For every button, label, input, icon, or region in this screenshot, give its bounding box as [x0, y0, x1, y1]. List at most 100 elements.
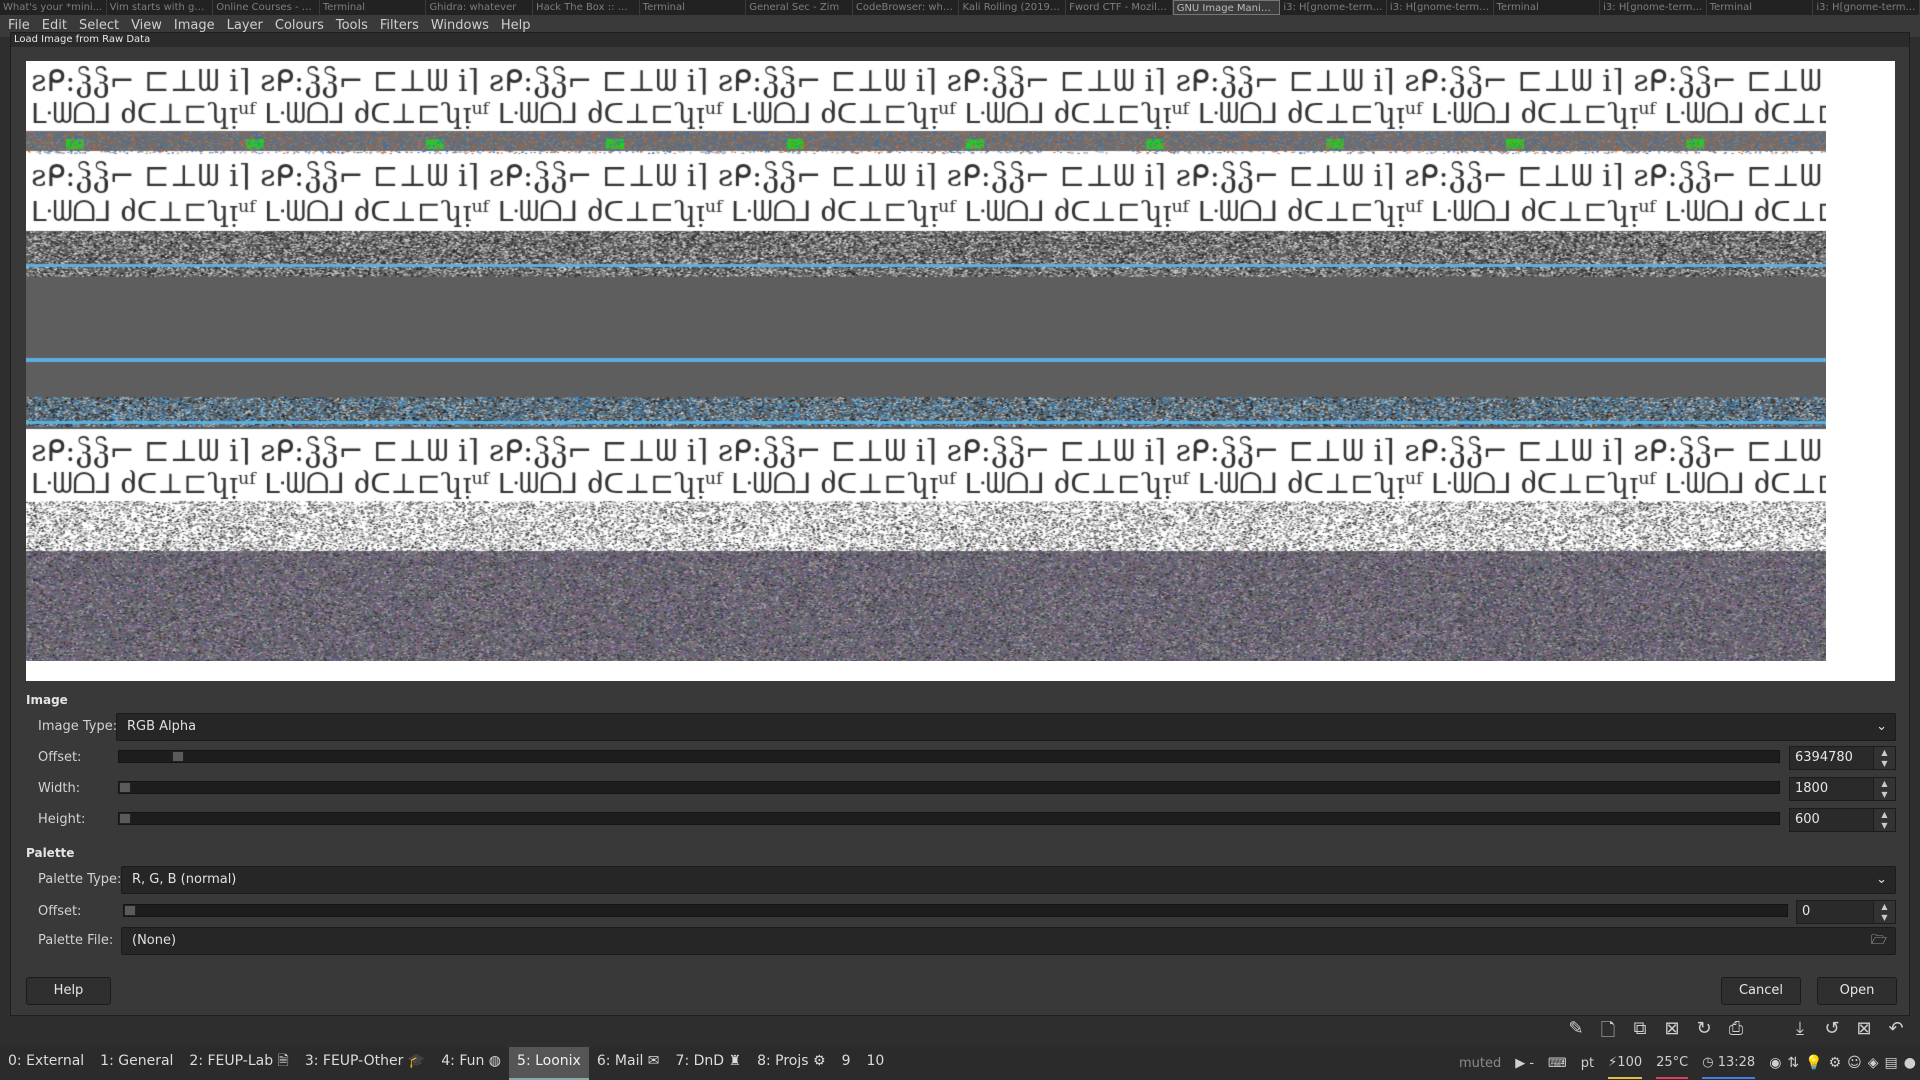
bulb-icon[interactable]: 💡 — [1805, 1049, 1822, 1078]
window-tab[interactable]: i3: H[gnome-termi... — [1280, 0, 1387, 15]
user-icon[interactable]: ● — [1904, 1049, 1916, 1078]
help-button[interactable]: Help — [26, 977, 111, 1005]
window-tab[interactable]: General Sec - Zim — [746, 0, 853, 15]
workspace-label: 4: Fun — [441, 1053, 484, 1069]
cancel-button[interactable]: Cancel — [1721, 977, 1801, 1005]
window-tab[interactable]: CodeBrowser: wha... — [853, 0, 960, 15]
workspace-button[interactable]: 5: Loonix — [509, 1047, 589, 1080]
spin-arrows-icon[interactable]: ▲ ▼ — [1873, 809, 1895, 831]
image-type-value: RGB Alpha — [127, 719, 196, 734]
image-section-heading: Image — [26, 693, 68, 707]
palette-offset-slider[interactable] — [123, 904, 1788, 917]
window-tab[interactable]: Ghidra: whatever — [426, 0, 533, 15]
workspace-icon: ⚙ — [809, 1053, 826, 1069]
window-tab[interactable]: Online Courses - A... — [213, 0, 320, 15]
window-tab[interactable]: GNU Image Manip... — [1173, 0, 1281, 15]
workspace-button[interactable]: 3: FEUP-Other 🎓 — [297, 1047, 433, 1080]
window-tab[interactable]: Terminal — [1494, 0, 1601, 15]
height-slider-handle[interactable] — [119, 813, 131, 824]
window-tab[interactable]: Terminal — [640, 0, 747, 15]
window-tab[interactable]: Terminal — [1707, 0, 1814, 15]
workspace-icon: 🗎 — [273, 1053, 289, 1069]
palette-file-chooser[interactable]: (None) 🗁 — [121, 927, 1896, 955]
palette-file-value: (None) — [132, 933, 176, 948]
image-type-label: Image Type: — [38, 719, 117, 734]
window-tab[interactable]: i3: H[gnome-termi... — [1600, 0, 1707, 15]
workspace-label: 8: Projs — [757, 1053, 808, 1069]
workspace-button[interactable]: 2: FEUP-Lab 🗎 — [181, 1047, 296, 1080]
edit-icon[interactable]: ✎ — [1564, 1018, 1588, 1048]
palette-offset-spinbox[interactable]: 0 ▲ ▼ — [1796, 900, 1896, 924]
workspace-button[interactable]: 6: Mail ✉ — [589, 1047, 668, 1080]
window-tab[interactable]: Terminal — [320, 0, 427, 15]
window-tab[interactable]: Vim starts with gar... — [107, 0, 214, 15]
spin-arrows-icon[interactable]: ▲ ▼ — [1873, 747, 1895, 769]
height-label: Height: — [38, 812, 85, 827]
duplicate-icon[interactable]: ⧉ — [1628, 1018, 1652, 1048]
spacer — [1756, 1018, 1780, 1048]
workspace-button[interactable]: 10 — [858, 1047, 892, 1080]
offset-slider-handle[interactable] — [172, 751, 184, 762]
workspace-button[interactable]: 9 — [834, 1047, 859, 1080]
window-tab[interactable]: i3: H[gnome-termi... — [1813, 0, 1920, 15]
settings-icon[interactable]: ⚙ — [1829, 1049, 1842, 1078]
media-status: ▶ - — [1515, 1049, 1534, 1078]
window-tab[interactable]: Kali Rolling (2019.... — [959, 0, 1066, 15]
status-right: muted ▶ - ⌨ pt ⚡100 25°C ◷ 13:28 ◉ ⇅ 💡 ⚙… — [1459, 1047, 1916, 1080]
width-slider-handle[interactable] — [119, 782, 131, 793]
height-spinbox[interactable]: 600 ▲ ▼ — [1789, 808, 1896, 832]
palette-file-label: Palette File: — [38, 933, 113, 948]
workspace-button[interactable]: 8: Projs ⚙ — [749, 1047, 833, 1080]
new-document-icon[interactable]: 🗋 — [1596, 1018, 1620, 1048]
chevron-down-icon: ⌄ — [1876, 714, 1887, 740]
battery-level: 100 — [1617, 1055, 1642, 1070]
workspace-button[interactable]: 4: Fun ◍ — [433, 1047, 509, 1080]
palette-type-label: Palette Type: — [38, 872, 121, 887]
height-slider[interactable] — [118, 812, 1780, 825]
workspace-label: 1: General — [100, 1053, 173, 1069]
transfer-icon[interactable]: ⇅ — [1787, 1049, 1799, 1078]
workspace-label: 0: External — [8, 1053, 84, 1069]
export-icon[interactable]: ⎙ — [1724, 1018, 1748, 1048]
workspace-label: 7: DnD — [676, 1053, 725, 1069]
clear-icon[interactable]: ⊠ — [1852, 1018, 1876, 1048]
palette-type-combo[interactable]: R, G, B (normal) ⌄ — [121, 866, 1896, 894]
reset-icon[interactable]: ↺ — [1820, 1018, 1844, 1048]
spin-arrows-icon[interactable]: ▲ ▼ — [1873, 901, 1895, 923]
discord-icon[interactable]: ◈ — [1868, 1049, 1879, 1078]
volume-status: muted — [1459, 1049, 1501, 1078]
undo-icon[interactable]: ↶ — [1884, 1018, 1908, 1048]
window-tab[interactable]: Fword CTF - Mozill... — [1066, 0, 1173, 15]
height-value: 600 — [1795, 812, 1820, 827]
width-spinbox[interactable]: 1800 ▲ ▼ — [1789, 777, 1896, 801]
chevron-down-icon: ⌄ — [1876, 867, 1887, 893]
open-button[interactable]: Open — [1817, 977, 1897, 1005]
offset-slider[interactable] — [118, 750, 1780, 763]
width-label: Width: — [38, 781, 80, 796]
workspace-icon: 🎓 — [403, 1053, 425, 1069]
workspace-button[interactable]: 1: General — [92, 1047, 181, 1080]
image-type-combo[interactable]: RGB Alpha ⌄ — [116, 713, 1896, 741]
window-tab[interactable]: i3: H[gnome-termi... — [1387, 0, 1494, 15]
window-tab[interactable]: Hack The Box :: Ma... — [533, 0, 640, 15]
keyboard-icon: ⌨ — [1548, 1049, 1567, 1078]
width-slider[interactable] — [118, 781, 1780, 794]
workspace-icon: ♜ — [724, 1053, 741, 1069]
delete-icon[interactable]: ⊠ — [1660, 1018, 1684, 1048]
offset-label: Offset: — [38, 750, 81, 765]
width-value: 1800 — [1795, 781, 1828, 796]
clipboard-icon[interactable]: ▤ — [1885, 1049, 1898, 1078]
spin-arrows-icon[interactable]: ▲ ▼ — [1873, 778, 1895, 800]
window-tab[interactable]: What's your *mini... — [0, 0, 107, 15]
network-icon[interactable]: ◉ — [1769, 1049, 1781, 1078]
offset-value: 6394780 — [1795, 750, 1853, 765]
file-open-icon[interactable]: 🗁 — [1871, 928, 1887, 954]
refresh-icon[interactable]: ↻ — [1692, 1018, 1716, 1048]
palette-offset-slider-handle[interactable] — [124, 905, 136, 916]
workspace-button[interactable]: 0: External — [0, 1047, 92, 1080]
download-icon[interactable]: ⤓ — [1788, 1018, 1812, 1048]
offset-spinbox[interactable]: 6394780 ▲ ▼ — [1789, 746, 1896, 770]
workspace-button[interactable]: 7: DnD ♜ — [668, 1047, 750, 1080]
chat-icon[interactable]: ☺ — [1847, 1049, 1862, 1078]
palette-offset-label: Offset: — [38, 904, 81, 919]
